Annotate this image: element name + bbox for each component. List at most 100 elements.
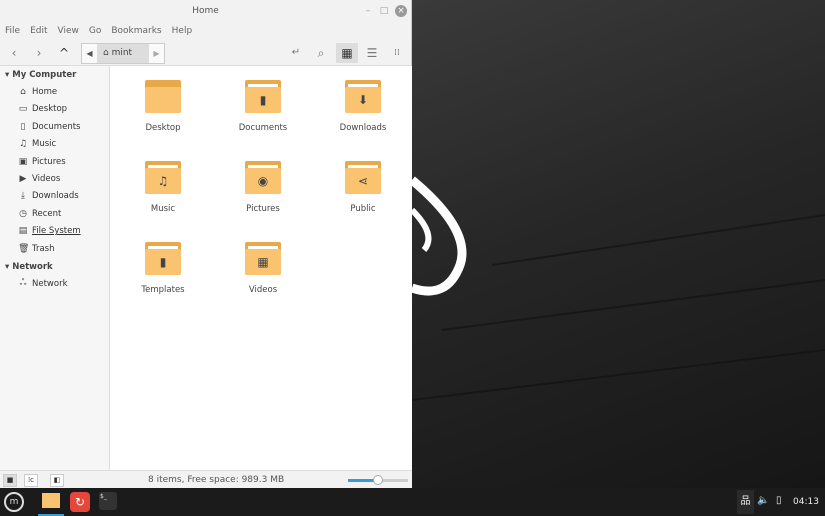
menu-view[interactable]: View (58, 22, 79, 40)
sidebar-item-label: Documents (32, 121, 81, 132)
close-icon[interactable]: × (395, 5, 407, 17)
sidebar-item-home[interactable]: ⌂ Home (18, 87, 57, 97)
menu-go[interactable]: Go (89, 22, 101, 40)
hide-sidebar-icon[interactable]: ◧ (50, 474, 64, 487)
breadcrumb-home[interactable]: ⌂ mint (97, 44, 149, 63)
sidebar-item-label: Music (32, 139, 57, 150)
sidebar-item-pictures[interactable]: ▣ Pictures (18, 157, 66, 167)
folder-emblem-icon: ▦ (245, 249, 281, 275)
sidebar-item-label: Home (32, 87, 58, 97)
folder-music[interactable]: ♫ Music (118, 161, 208, 214)
folder-label: Pictures (246, 204, 280, 214)
clock[interactable]: 04:13 (793, 497, 819, 507)
menu-help[interactable]: Help (172, 22, 193, 40)
folder-label: Templates (141, 285, 185, 295)
folder-label: Music (150, 204, 176, 214)
folder-templates[interactable]: ▮ Templates (118, 242, 208, 295)
folder-public[interactable]: ⋖ Public (318, 161, 408, 214)
back-icon[interactable]: ‹ (4, 43, 24, 63)
recent-icon: ◷ (19, 208, 27, 219)
folder-emblem-icon: ⋖ (345, 168, 381, 194)
zoom-slider[interactable] (348, 475, 408, 485)
network-tray-icon[interactable]: 品 (737, 490, 754, 514)
breadcrumb: ◀ ⌂ mint ▶ (81, 43, 165, 64)
folder-label: Public (350, 204, 376, 214)
status-text: 8 items, Free space: 989.3 MB (148, 475, 285, 485)
list-view-icon[interactable]: ☰ (362, 43, 382, 63)
folder-downloads[interactable]: ⬇ Downloads (318, 80, 408, 133)
sidebar-item-label: Desktop (32, 104, 68, 115)
places-toggle-icon[interactable]: ■ (3, 474, 17, 487)
menu-bookmarks[interactable]: Bookmarks (111, 22, 161, 40)
folder-emblem-icon: ▮ (245, 87, 281, 113)
path-right-icon[interactable]: ▶ (149, 44, 164, 63)
taskbar-files-button[interactable] (38, 488, 64, 516)
mint-menu-icon[interactable]: m (4, 492, 24, 512)
videos-icon: ▶ (19, 174, 27, 184)
sidebar-item-label: Videos (32, 174, 61, 184)
desktop-icon: ▭ (18, 104, 28, 115)
sidebar: ▾ My Computer ⌂ Home ▭ Desktop ▯ Documents ♫ Mu… (0, 66, 110, 470)
folder-emblem-icon: ♫ (145, 168, 181, 194)
minimize-icon[interactable]: – (362, 5, 374, 17)
folder-label: Documents (238, 123, 288, 133)
sidebar-item-music[interactable]: ♫ Music (18, 139, 56, 149)
sidebar-item-documents[interactable]: ▯ Documents (18, 121, 81, 132)
icon-view-icon[interactable]: ▦ (336, 43, 358, 63)
sidebar-item-file-system[interactable]: ▤ File System (18, 226, 81, 236)
menu-file[interactable]: File (5, 22, 20, 40)
volume-icon[interactable]: 🔈 (757, 495, 769, 506)
folder-label: Videos (248, 285, 278, 295)
sidebar-item-videos[interactable]: ▶ Videos (18, 174, 61, 184)
home-icon: ⌂ (20, 87, 26, 97)
terminal-icon[interactable]: $_ (99, 492, 117, 510)
sidebar-item-trash[interactable]: 🗑 Trash (18, 244, 54, 254)
folder-pictures[interactable]: ◉ Pictures (218, 161, 308, 214)
menu-edit[interactable]: Edit (30, 22, 47, 40)
update-manager-icon[interactable]: ↻ (70, 492, 90, 512)
zoom-slider-handle[interactable] (373, 475, 383, 485)
compact-view-icon[interactable]: ⁞⁞ (387, 43, 407, 63)
up-icon[interactable]: ^ (54, 43, 74, 63)
sidebar-item-network[interactable]: ஃ Network (18, 278, 68, 289)
folder-emblem-icon: ⬇ (345, 87, 381, 113)
folder-icon: ▮ (145, 242, 181, 275)
desktop-background (412, 0, 825, 488)
sidebar-section-my-computer[interactable]: ▾ My Computer (5, 70, 76, 80)
folder-desktop[interactable]: Desktop (118, 80, 208, 133)
window-title: Home (192, 6, 219, 16)
documents-icon: ▯ (20, 121, 26, 132)
menu-bar: File Edit View Go Bookmarks Help (0, 22, 411, 40)
trash-icon: 🗑 (18, 243, 30, 254)
sidebar-item-downloads[interactable]: ⤓ Downloads (18, 191, 79, 201)
pictures-icon: ▣ (18, 156, 28, 167)
file-system-icon: ▤ (18, 226, 28, 237)
folder-documents[interactable]: ▮ Documents (218, 80, 308, 133)
sidebar-item-label: Network (32, 278, 68, 289)
battery-icon[interactable]: ▯ (776, 495, 782, 506)
mint-logo-wallpaper (412, 176, 825, 401)
sidebar-item-desktop[interactable]: ▭ Desktop (18, 104, 67, 114)
folder-icon: ♫ (145, 161, 181, 194)
sidebar-section-network[interactable]: ▾ Network (5, 262, 53, 272)
sidebar-item-recent[interactable]: ◷ Recent (18, 209, 61, 219)
sidebar-item-label: Trash (32, 243, 55, 254)
folder-icon: ⬇ (345, 80, 381, 113)
maximize-icon[interactable]: □ (378, 5, 390, 17)
music-icon: ♫ (18, 139, 28, 150)
folder-emblem-icon: ◉ (245, 168, 281, 194)
folder-icon: ◉ (245, 161, 281, 194)
file-grid: Desktop ▮ Documents ⬇ Downloads ♫ Music ◉ Pictur… (111, 66, 412, 470)
folder-label: Downloads (339, 123, 387, 133)
search-icon[interactable]: ⌕ (311, 43, 331, 63)
forward-icon[interactable]: › (29, 43, 49, 63)
toggle-location-icon[interactable]: ↵ (286, 43, 306, 63)
folder-icon (42, 493, 60, 508)
file-manager-window: Home – □ × File Edit View Go Bookmarks H… (0, 0, 412, 488)
folder-icon: ▦ (245, 242, 281, 275)
sidebar-item-label: Recent (32, 208, 62, 219)
tree-toggle-icon[interactable]: ⁞c (24, 474, 38, 487)
folder-videos[interactable]: ▦ Videos (218, 242, 308, 295)
path-left-icon[interactable]: ◀ (82, 44, 97, 63)
taskbar: m ↻ $_ 品 🔈 ▯ 04:13 (0, 488, 825, 516)
